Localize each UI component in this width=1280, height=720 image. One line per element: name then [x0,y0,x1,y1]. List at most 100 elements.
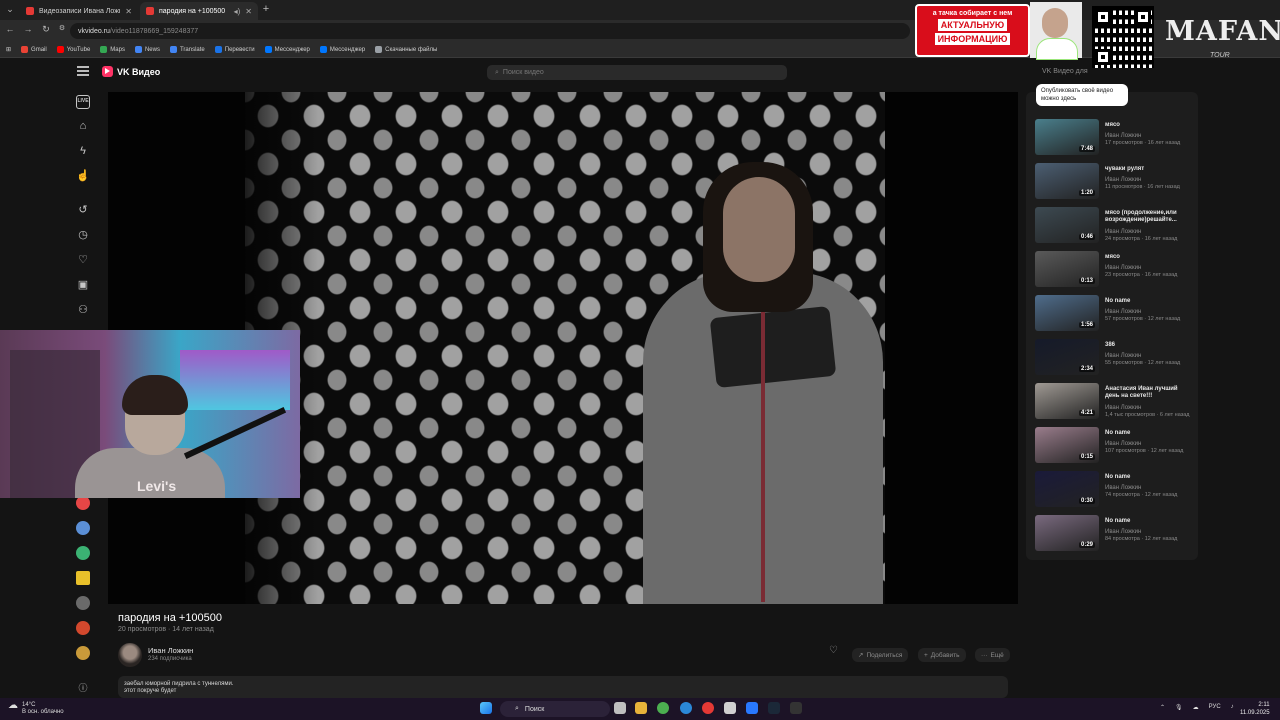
tab-0[interactable]: Видеозаписи Ивана Ложкина ✕ [20,2,138,20]
vk-for-creators-link[interactable]: VK Видео для [1042,68,1088,75]
video-thumbnail[interactable]: 4:21 [1035,383,1099,419]
menu-icon[interactable] [77,66,89,76]
bookmark-8[interactable]: Скачанные файлы [375,46,437,53]
recommendation-item[interactable]: 4:21 Анастасия Иван лучший день на свете!… [1035,383,1195,421]
video-thumbnail[interactable]: 2:34 [1035,339,1099,375]
app-icon-9[interactable] [790,702,802,714]
upload-tooltip[interactable]: Опубликовать своё видео можно здесь [1036,84,1128,106]
video-thumbnail[interactable]: 0:29 [1035,515,1099,551]
video-author[interactable]: Иван Ложкин [1105,485,1141,491]
file-explorer-icon[interactable] [635,702,647,714]
bookmark-4[interactable]: Translate [169,46,205,53]
video-title[interactable]: No name [1105,298,1193,305]
tab-1[interactable]: пародия на +100500 ◂) ✕ [140,2,258,20]
channel-avatar-3[interactable] [76,546,90,560]
video-thumbnail[interactable]: 0:30 [1035,471,1099,507]
new-tab-icon[interactable]: + [260,3,272,15]
share-button[interactable]: ↗ Поделиться [852,648,909,662]
watch-later-icon[interactable]: ◷ [76,228,90,242]
tab-close-icon[interactable]: ✕ [245,7,252,16]
mute-icon[interactable]: ◂) [234,7,241,16]
video-thumbnail[interactable]: 0:46 [1035,207,1099,243]
video-title[interactable]: No name [1105,518,1193,525]
recommendation-item[interactable]: 2:34 386 Иван Ложкин 55 просмотров · 12 лет… [1035,339,1195,377]
channel-avatar-4[interactable] [76,571,90,585]
url-bar[interactable]: vkvideo.ru/video11878669_159248377 [70,23,910,39]
video-author[interactable]: Иван Ложкин [1105,405,1141,411]
home-icon[interactable]: ⌂ [76,119,90,133]
liked-icon[interactable]: ♡ [76,253,90,267]
vk-video-logo[interactable]: VK Видео [102,66,160,77]
video-author[interactable]: Иван Ложкин [1105,309,1141,315]
library-icon[interactable]: ▣ [76,278,90,292]
channel-avatar-5[interactable] [76,596,90,610]
bookmark-2[interactable]: Maps [100,46,125,53]
mic-icon[interactable]: 🎙︎ [1175,704,1183,711]
app-icon-7[interactable] [746,702,758,714]
bookmark-7[interactable]: Мессенджер [319,46,365,53]
app-icon-5[interactable] [702,702,714,714]
bookmark-3[interactable]: News [134,46,160,53]
chrome-icon[interactable] [657,702,669,714]
bookmark-6[interactable]: Мессенджер [264,46,310,53]
recommendation-item[interactable]: 0:29 No name Иван Ложкин 84 просмотра · 12 … [1035,515,1195,553]
channel-avatar-2[interactable] [76,521,90,535]
recommendation-item[interactable]: 7:48 мясо Иван Ложкин 17 просмотров · 16 ле… [1035,119,1195,157]
video-title[interactable]: Анастасия Иван лучший день на свете!!! [1105,386,1193,400]
video-title[interactable]: мясо [1105,122,1193,129]
add-button[interactable]: + Добавить [918,648,966,662]
forward-icon[interactable]: → [22,24,34,34]
video-author[interactable]: Иван Ложкин [1105,441,1141,447]
video-author[interactable]: Иван Ложкин [1105,133,1141,139]
app-icon-4[interactable] [680,702,692,714]
steam-icon[interactable] [768,702,780,714]
tab-menu-icon[interactable]: ⌄ [4,4,16,15]
bookmark-5[interactable]: Перевести [214,46,255,53]
tab-close-icon[interactable]: ✕ [125,7,132,16]
bookmark-1[interactable]: YouTube [56,46,90,53]
bookmark-0[interactable]: Gmail [21,46,47,53]
cloud-sync-icon[interactable]: ☁ [1193,704,1199,711]
volume-icon[interactable]: ♪ [1231,704,1234,711]
recommendation-item[interactable]: 0:13 мясо Иван Ложкин 23 просмотра · 16 лет… [1035,251,1195,289]
video-thumbnail[interactable]: 1:56 [1035,295,1099,331]
channel-avatar-7[interactable] [76,646,90,660]
recommendation-item[interactable]: 0:46 мясо (продолжение,или возрождение)ре… [1035,207,1195,245]
favorites-icon[interactable]: ☝ [76,169,90,183]
start-icon[interactable] [480,702,492,714]
reload-icon[interactable]: ↻ [40,24,52,35]
apps-icon[interactable]: ⊞ [6,46,11,53]
taskbar-search[interactable]: ⌕ Поиск [500,701,610,717]
video-author[interactable]: Иван Ложкин [1105,229,1141,235]
video-thumbnail[interactable]: 0:15 [1035,427,1099,463]
video-title[interactable]: мясо [1105,254,1193,261]
recommendation-item[interactable]: 0:30 No name Иван Ложкин 74 просмотра · 12 … [1035,471,1195,509]
channel-avatar-6[interactable] [76,621,90,635]
video-thumbnail[interactable]: 1:20 [1035,163,1099,199]
taskbar-clock[interactable]: 2:11 11.09.2025 [1240,701,1270,717]
live-icon[interactable]: LIVE [76,95,90,109]
recommendation-item[interactable]: 1:56 No name Иван Ложкин 57 просмотров · 12… [1035,295,1195,333]
app-icon-6[interactable] [724,702,736,714]
video-title[interactable]: No name [1105,430,1193,437]
video-title[interactable]: No name [1105,474,1193,481]
video-description[interactable]: заебал юморной пидрила с туннелями. этот… [118,676,1008,698]
task-view-icon[interactable] [614,702,626,714]
recommendation-item[interactable]: 1:20 чуваки рулят Иван Ложкин 11 просмотров… [1035,163,1195,201]
video-author[interactable]: Иван Ложкин [1105,529,1141,535]
video-title[interactable]: мясо (продолжение,или возрождение)решайт… [1105,210,1193,224]
video-title[interactable]: 386 [1105,342,1193,349]
video-thumbnail[interactable]: 7:48 [1035,119,1099,155]
search-input[interactable]: ⌕ Поиск видео [487,65,787,80]
more-button[interactable]: ··· Ещё [975,648,1010,662]
video-author[interactable]: Иван Ложкин [1105,177,1141,183]
shorts-icon[interactable]: ϟ [76,144,90,158]
weather-widget[interactable]: ☁ 14°C В осн. облачно [8,701,64,716]
video-author[interactable]: Иван Ложкин [1105,353,1141,359]
like-icon[interactable]: ♡ [829,645,838,656]
channel-avatar-1[interactable] [76,496,90,510]
tray-arrow-icon[interactable]: ⌃ [1160,704,1165,711]
info-icon[interactable]: ⓘ [76,681,90,695]
recommendation-item[interactable]: 0:15 No name Иван Ложкин 107 просмотров · 1… [1035,427,1195,465]
language-indicator[interactable]: РУС [1209,704,1221,711]
